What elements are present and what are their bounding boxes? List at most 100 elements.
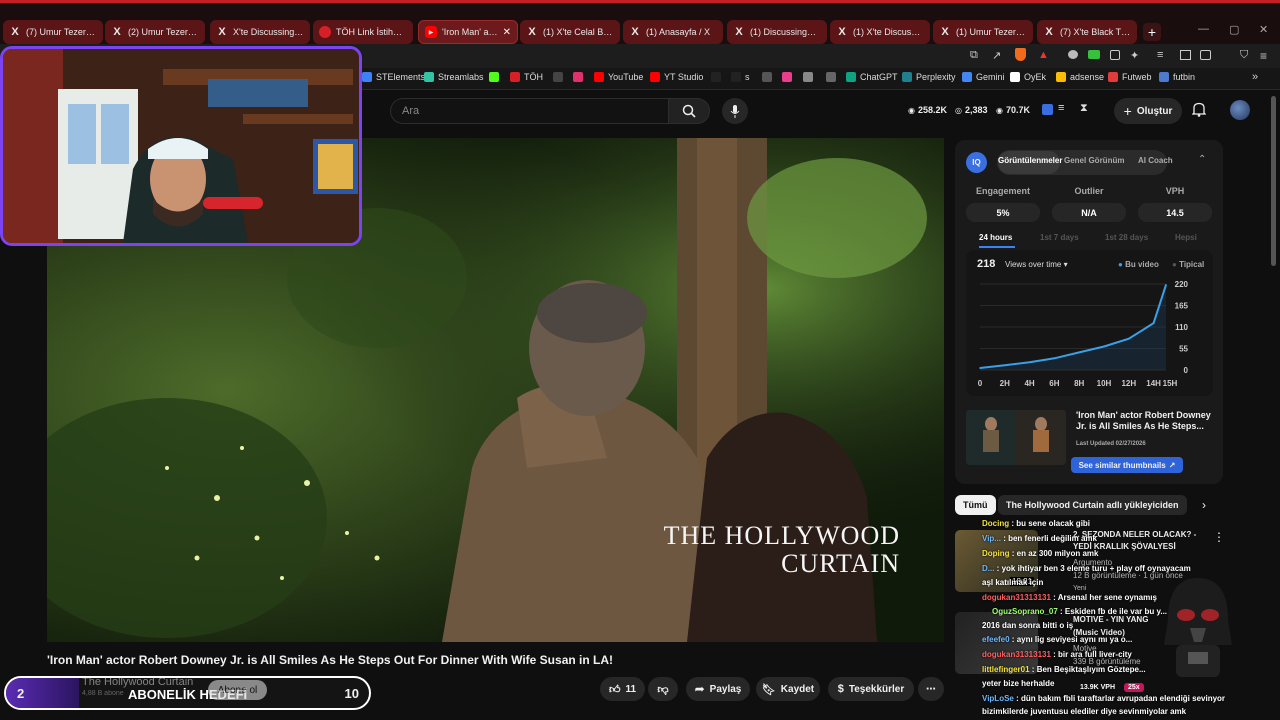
bookmark-1[interactable]: STElements (362, 72, 425, 82)
views-line-chart: 0 55 110 165 220 0 2H 4H 6H 8H 10H 12H 14H 15H (978, 280, 1189, 388)
browser-tab-4[interactable]: TÖH Link İstihbarat (313, 20, 413, 44)
browser-tab-10[interactable]: X (1) Umur Tezer (@U (933, 20, 1033, 44)
chart-point (1128, 337, 1130, 340)
period-24h[interactable]: 24 hours (979, 233, 1012, 242)
x-logo-icon: X (528, 26, 536, 38)
chip-from-uploader[interactable]: The Hollywood Curtain adlı yükleyiciden (998, 495, 1187, 515)
bookmark-3[interactable] (489, 72, 503, 82)
battery-extension-icon[interactable] (1088, 50, 1100, 59)
bookmark-7[interactable]: YouTube (594, 72, 643, 82)
browser-tab-6[interactable]: X (1) X'te Celal Bayç (520, 20, 620, 44)
bookmarks-overflow-icon[interactable]: » (1252, 71, 1258, 83)
rewards-icon[interactable]: ▲ (1038, 49, 1049, 61)
close-window-icon[interactable]: ✕ (1259, 23, 1268, 36)
page-scrollbar[interactable] (1271, 96, 1276, 266)
metric-vph-value: 14.5 (1138, 203, 1212, 222)
minimize-icon[interactable]: — (1198, 23, 1209, 35)
bookmark-10[interactable]: s (731, 72, 750, 82)
chat-text: en az 300 milyon amk (1016, 549, 1099, 558)
browser-tab-5[interactable]: ▶ 'Iron Man' actor ✕ (418, 20, 518, 44)
period-28d[interactable]: 1st 28 days (1105, 233, 1148, 242)
bookmark-16[interactable]: Perplexity (902, 72, 956, 82)
views-dropdown[interactable]: Views over time ▾ (1005, 260, 1068, 269)
share-button[interactable]: ➦ Paylaş (686, 677, 750, 701)
bookmark-label: OyEk (1024, 72, 1047, 82)
search-button[interactable] (668, 98, 710, 124)
bookmark-20[interactable]: Futweb (1108, 72, 1152, 82)
bookmark-2[interactable]: Streamlabs (424, 72, 484, 82)
puzzle-icon[interactable]: ✦ (1130, 49, 1139, 62)
bookmark-label: YouTube (608, 72, 644, 82)
list-icon[interactable]: ≡ (1058, 102, 1064, 114)
browser-tab-2[interactable]: X (2) Umur Tezer (@U (105, 20, 205, 44)
dislike-button[interactable]: 👎︎ (648, 677, 678, 701)
subscribe-button[interactable]: Abone ol (208, 680, 267, 700)
bookmark-19[interactable]: adsense (1056, 72, 1104, 82)
suggested-thumbnail[interactable] (966, 410, 1066, 465)
bookmark-6[interactable] (573, 72, 587, 82)
chat-separator: : (1000, 534, 1009, 543)
bookmark-14[interactable] (826, 72, 840, 82)
collapse-icon[interactable]: ⌃ (1198, 154, 1206, 165)
bookmark-13[interactable] (803, 72, 817, 82)
brave-shield-icon[interactable] (1015, 48, 1026, 61)
browser-tab-title: TÖH Link İstihbarat (336, 27, 407, 37)
vidiq-tab-ai-coach[interactable]: AI Coach (1138, 156, 1173, 165)
more-actions-button[interactable]: ⋯ (918, 677, 944, 701)
browser-tab-7[interactable]: X (1) Anasayfa / X (623, 20, 723, 44)
account-avatar[interactable] (1230, 100, 1250, 120)
see-similar-thumbnails-button[interactable]: See similar thumbnails ↗ (1071, 457, 1183, 473)
bookmark-11[interactable] (762, 72, 776, 82)
bookmark-15[interactable]: ChatGPT (846, 72, 898, 82)
browser-tab-1[interactable]: X (7) Umur Tezer (@U (3, 20, 103, 44)
close-tab-icon[interactable]: ✕ (503, 27, 511, 38)
related-more-icon[interactable]: ⋮ (1213, 530, 1225, 544)
bookmark-12[interactable] (782, 72, 796, 82)
bookmark-9[interactable] (711, 72, 725, 82)
open-in-app-icon[interactable]: ⧉ (970, 49, 978, 62)
period-all[interactable]: Hepsi (1175, 233, 1197, 242)
restore-icon[interactable]: ▢ (1229, 23, 1239, 36)
main-menu-icon[interactable]: ≡ (1260, 49, 1267, 63)
sidebar-icon[interactable] (1180, 50, 1191, 60)
chips-next-icon[interactable]: › (1202, 498, 1206, 512)
bookmark-5[interactable] (553, 72, 567, 82)
vpn-shield-icon[interactable]: ⛉ (1240, 49, 1248, 62)
vidiq-toolbar-icon[interactable] (1042, 104, 1053, 115)
related-2-title-line1[interactable]: MOTIVE - YIN YANG (1073, 615, 1148, 624)
bookmark-favicon-icon (902, 72, 912, 82)
new-tab-button[interactable]: + (1143, 23, 1161, 41)
voice-search-button[interactable] (722, 98, 748, 124)
vidiq-tab-views[interactable]: Görüntülenmeler (998, 156, 1062, 165)
filter-icon[interactable]: ⧗ (1080, 102, 1088, 115)
thumbs-down-icon: 👎︎ (657, 683, 669, 696)
search-input[interactable]: Ara (390, 98, 668, 124)
wallet-icon[interactable] (1200, 50, 1211, 60)
legend-dot-icon: ● (1118, 260, 1123, 269)
bookmark-21[interactable]: futbin (1159, 72, 1195, 82)
extension-icon[interactable] (1068, 50, 1078, 59)
menu-lines-icon[interactable]: ≡ (1157, 49, 1163, 61)
browser-tab-11[interactable]: X (7) X'te Black Thund (1037, 20, 1137, 44)
chat-username: Vip... (982, 534, 1001, 543)
notifications-button[interactable] (1191, 102, 1207, 120)
save-button[interactable]: 🔖︎ Kaydet (756, 677, 820, 701)
like-button[interactable]: 👍︎ 11 (600, 677, 645, 701)
bookmark-8[interactable]: YT Studio (650, 72, 703, 82)
chevron-down-icon: ▾ (1063, 260, 1068, 269)
bookmark-18[interactable]: OyEk (1010, 72, 1046, 82)
browser-tab-9[interactable]: X (1) X'te Discussing (830, 20, 930, 44)
channel-name[interactable]: The Hollywood Curtain (82, 676, 193, 688)
bookmark-17[interactable]: Gemini (962, 72, 1005, 82)
share-icon[interactable]: ↗ (992, 49, 1001, 62)
chat-message: 2016 dan sonra bitti o iş (982, 621, 1073, 630)
chip-all[interactable]: Tümü (955, 495, 996, 515)
browser-tab-3[interactable]: X X'te DiscussingFilm (210, 20, 310, 44)
vidiq-tab-overview[interactable]: Genel Görünüm (1064, 156, 1124, 165)
create-button[interactable]: + Oluştur (1114, 98, 1182, 124)
bookmark-4[interactable]: TÖH (510, 72, 543, 82)
browser-tab-8[interactable]: X (1) DiscussingFilm (727, 20, 827, 44)
period-7d[interactable]: 1st 7 days (1040, 233, 1079, 242)
vidiq-extension-icon[interactable] (1110, 50, 1120, 60)
thanks-button[interactable]: $ Teşekkürler (828, 677, 914, 701)
